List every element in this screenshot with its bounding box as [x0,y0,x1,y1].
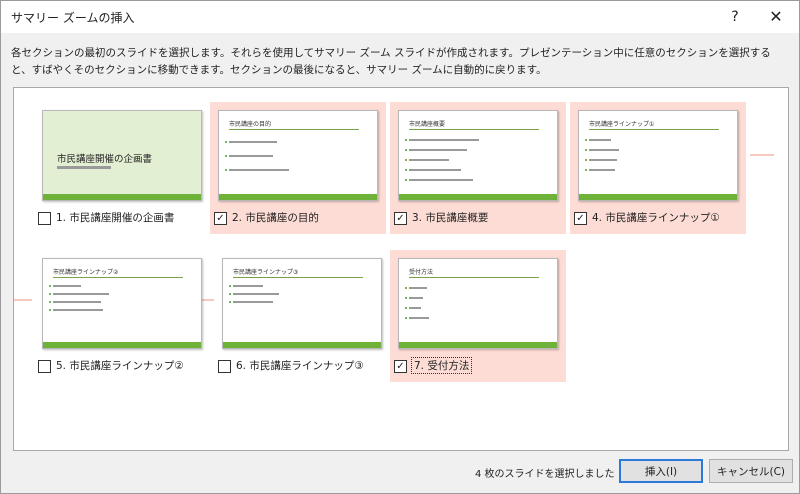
section-item-6[interactable]: 市民講座ラインナップ③ 6. 市民講座ラインナップ③ [214,250,390,382]
slide-thumbnail-title: 市民講座ラインナップ② [53,269,119,276]
slide-text-line [49,285,81,287]
slide-thumbnail[interactable]: 市民講座の目的 [218,110,378,201]
slide-text-line [405,297,423,299]
section-checkbox[interactable]: ✓ [214,212,227,225]
slide-text-line [405,169,461,171]
slide-thumbnail[interactable]: 市民講座ラインナップ③ [222,258,382,349]
section-checkbox[interactable]: ✓ [394,360,407,373]
slide-text-line [225,141,277,143]
slide-accent-bar [219,194,377,200]
slide-text-line [49,309,103,311]
slide-title-rule [53,277,183,278]
slide-title-rule [233,277,363,278]
help-button[interactable]: ? [723,5,747,29]
section-thumbnail-panel: 市民講座開催の企画書 1. 市民講座開催の企画書 市民講座の目的 ✓ 2. 市民… [13,87,789,451]
title-bar: サマリー ズームの挿入 ? ✕ [1,1,799,33]
section-checkbox[interactable]: ✓ [394,212,407,225]
slide-text-line [405,139,479,141]
section-item-2[interactable]: 市民講座の目的 ✓ 2. 市民講座の目的 [210,102,386,234]
section-item-7[interactable]: 受付方法 ✓ 7. 受付方法 [390,250,566,382]
slide-subtitle-line [57,166,111,169]
close-button[interactable]: ✕ [764,5,788,29]
slide-text-line [225,155,273,157]
slide-thumbnail-title: 市民講座ラインナップ① [589,121,655,128]
instructions-text: 各セクションの最初のスライドを選択します。それらを使用してサマリー ズーム スラ… [11,47,771,76]
section-checkbox[interactable]: ✓ [574,212,587,225]
slide-thumbnail[interactable]: 市民講座ラインナップ① [578,110,738,201]
slide-text-line [405,317,429,319]
slide-thumbnail-title: 市民講座概要 [409,121,446,128]
slide-text-line [405,287,427,289]
section-label: 6. 市民講座ラインナップ③ [236,360,364,372]
section-label: 4. 市民講座ラインナップ① [592,212,720,224]
slide-thumbnail-title: 市民講座ラインナップ③ [233,269,299,276]
slide-accent-bar [223,342,381,348]
section-item-1[interactable]: 市民講座開催の企画書 1. 市民講座開催の企画書 [34,102,210,234]
slide-accent-bar [43,342,201,348]
slide-title-rule [589,129,719,130]
slide-text-line [585,139,611,141]
section-connector [750,154,774,156]
slide-thumbnail[interactable]: 市民講座ラインナップ② [42,258,202,349]
slide-text-line [229,285,263,287]
slide-thumbnail[interactable]: 市民講座開催の企画書 [42,110,202,201]
slide-text-line [49,293,109,295]
slide-accent-bar [399,342,557,348]
insert-button[interactable]: 挿入(I) [619,459,703,483]
slide-text-line [225,169,289,171]
section-label: 3. 市民講座概要 [412,212,489,224]
section-item-4[interactable]: 市民講座ラインナップ① ✓ 4. 市民講座ラインナップ① [570,102,746,234]
dialog-title: サマリー ズームの挿入 [11,11,135,25]
slide-thumbnail-title: 市民講座の目的 [229,121,272,128]
slide-title-rule [409,277,539,278]
slide-title-rule [409,129,539,130]
slide-text-line [405,149,467,151]
section-connector [14,299,32,301]
slide-text-line [585,159,617,161]
section-label: 7. 受付方法 [410,357,473,374]
slide-thumbnail[interactable]: 受付方法 [398,258,558,349]
section-item-5[interactable]: 市民講座ラインナップ② 5. 市民講座ラインナップ② [34,250,210,382]
slide-text-line [405,159,449,161]
slide-text-line [585,149,619,151]
section-item-3[interactable]: 市民講座概要 ✓ 3. 市民講座概要 [390,102,566,234]
section-label: 1. 市民講座開催の企画書 [56,212,175,224]
slide-accent-bar [399,194,557,200]
section-checkbox[interactable] [38,212,51,225]
slide-title-rule [229,129,359,130]
section-checkbox[interactable] [218,360,231,373]
section-label: 2. 市民講座の目的 [232,212,319,224]
slide-thumbnail-title: 市民講座開催の企画書 [57,154,153,165]
cancel-button[interactable]: キャンセル(C) [709,459,793,483]
selection-count-status: 4 枚のスライドを選択しました [475,469,615,480]
section-checkbox[interactable] [38,360,51,373]
insert-summary-zoom-dialog: サマリー ズームの挿入 ? ✕ 各セクションの最初のスライドを選択します。それら… [0,0,800,494]
slide-text-line [49,301,101,303]
section-label: 5. 市民講座ラインナップ② [56,360,184,372]
slide-text-line [405,307,421,309]
slide-text-line [405,179,473,181]
slide-accent-bar [43,194,201,200]
slide-accent-bar [579,194,737,200]
slide-text-line [229,301,273,303]
slide-thumbnail[interactable]: 市民講座概要 [398,110,558,201]
slide-text-line [585,169,615,171]
slide-thumbnail-title: 受付方法 [409,269,434,276]
slide-text-line [229,293,279,295]
